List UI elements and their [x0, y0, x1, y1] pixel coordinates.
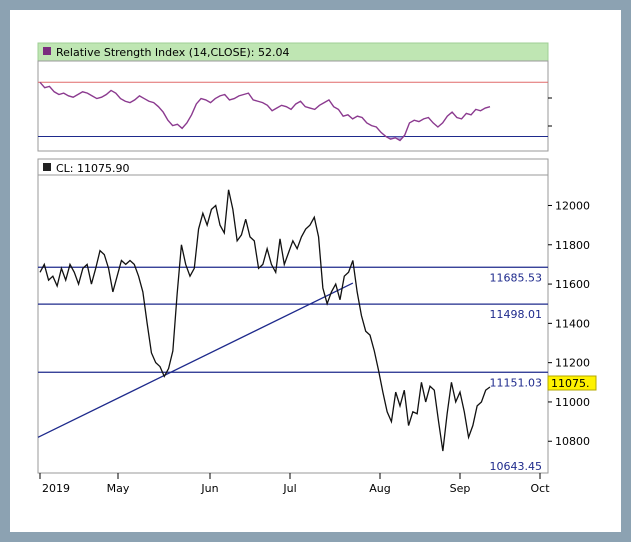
y-tick-label: 10800: [555, 435, 590, 448]
last-price-label: 11075.: [551, 377, 590, 390]
level-label: 10643.45: [490, 460, 543, 473]
price-title: CL: 11075.90: [56, 162, 130, 175]
price-y-axis: 12000 11800 11600 11400 11200 11000 10800: [548, 199, 590, 448]
y-tick-label: 11400: [555, 317, 590, 330]
x-tick-label: Sep: [450, 482, 471, 495]
y-tick-label: 11800: [555, 239, 590, 252]
x-tick-label: Aug: [369, 482, 390, 495]
y-tick-label: 12000: [555, 199, 590, 212]
chart-frame: Relative Strength Index (14,CLOSE): 52.0…: [10, 10, 621, 532]
level-label: 11685.53: [490, 271, 543, 284]
level-label: 11498.01: [490, 308, 543, 321]
chart-canvas: Relative Strength Index (14,CLOSE): 52.0…: [37, 42, 597, 495]
rsi-series-swatch: [43, 47, 51, 55]
x-tick-label: Jun: [200, 482, 218, 495]
rsi-title: Relative Strength Index (14,CLOSE): 52.0…: [56, 46, 290, 59]
x-tick-label: Oct: [530, 482, 550, 495]
x-tick-label: May: [107, 482, 130, 495]
level-label: 11151.03: [490, 376, 543, 389]
rsi-panel: Relative Strength Index (14,CLOSE): 52.0…: [37, 42, 552, 152]
x-tick-label: 2019: [42, 482, 70, 495]
price-x-axis: 2019 May Jun Jul Aug Sep Oct: [39, 473, 550, 495]
rsi-plot-area: [37, 60, 549, 152]
x-tick-label: Jul: [282, 482, 296, 495]
y-tick-label: 11200: [555, 357, 590, 370]
y-tick-label: 11600: [555, 278, 590, 291]
y-tick-label: 11000: [555, 396, 590, 409]
price-panel: CL: 11075.90 11685.53 11498.01 11151.03 106…: [37, 158, 597, 495]
price-series-swatch: [43, 163, 51, 171]
